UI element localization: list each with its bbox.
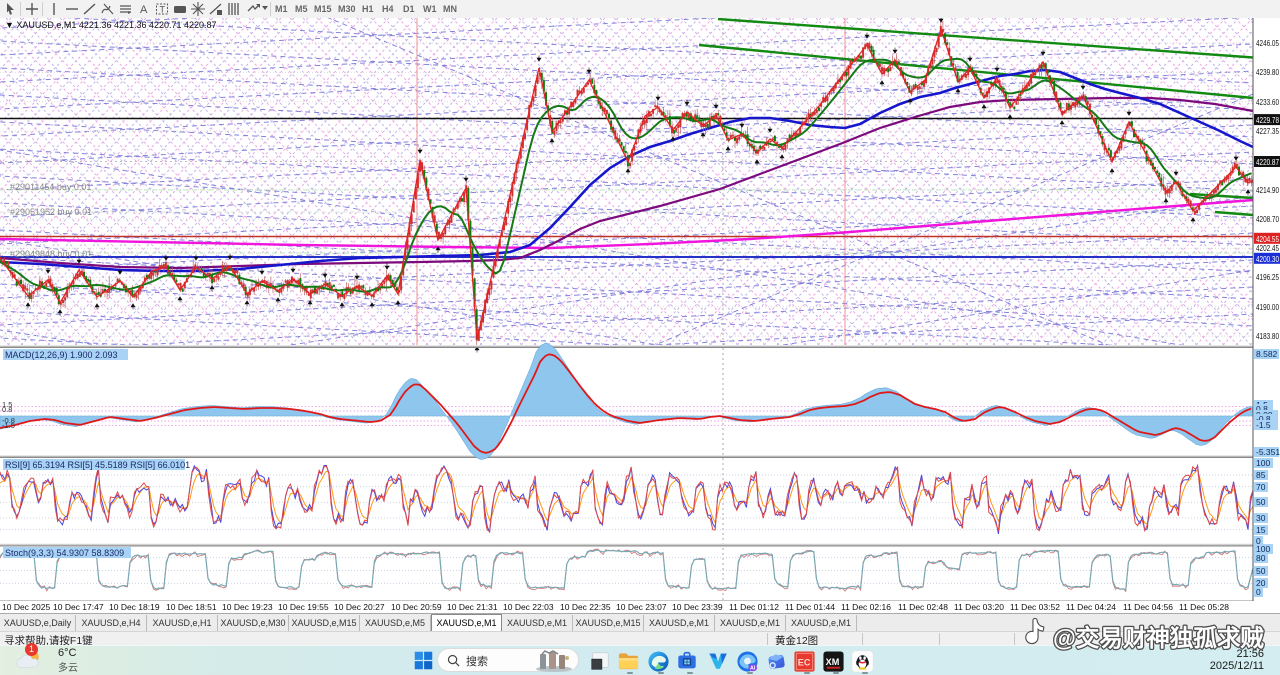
svg-text:EC: EC [798, 657, 811, 667]
svg-text:-5.351: -5.351 [1256, 447, 1280, 457]
svg-text:70: 70 [1256, 482, 1266, 492]
svg-text:A: A [140, 4, 148, 16]
svg-text:Stoch(9,3,3) 54.9307 58.8309: Stoch(9,3,3) 54.9307 58.8309 [5, 548, 124, 558]
svg-text:#29051952 buy 0.01: #29051952 buy 0.01 [10, 207, 92, 217]
svg-text:4229.78: 4229.78 [1256, 115, 1279, 125]
svg-text:30: 30 [1256, 513, 1266, 523]
svg-text:#29011454 buy 0.01: #29011454 buy 0.01 [10, 182, 91, 192]
svg-text:#29049848 buy 0.01: #29049848 buy 0.01 [10, 249, 92, 259]
svg-text:4246.05: 4246.05 [1256, 38, 1279, 48]
svg-text:8.582: 8.582 [1256, 349, 1278, 359]
svg-text:80: 80 [1256, 553, 1266, 563]
svg-text:-1.5: -1.5 [2, 421, 15, 430]
svg-text:4183.80: 4183.80 [1256, 331, 1279, 341]
svg-text:4239.80: 4239.80 [1256, 67, 1279, 77]
svg-text:@交易财神独孤求贼: @交易财神独孤求贼 [1053, 624, 1264, 651]
svg-text:AI: AI [750, 666, 756, 672]
svg-text:MACD(12,26,9) 1.900 2.093: MACD(12,26,9) 1.900 2.093 [5, 350, 118, 360]
svg-text:T: T [160, 5, 166, 15]
svg-text:4220.87: 4220.87 [1256, 157, 1279, 167]
svg-text:4214.90: 4214.90 [1256, 185, 1279, 195]
svg-text:4190.00: 4190.00 [1256, 302, 1279, 312]
svg-text:-1.5: -1.5 [1256, 420, 1271, 430]
svg-text:4200.30: 4200.30 [1256, 254, 1279, 264]
svg-text:XM: XM [826, 657, 840, 667]
svg-text:0.8: 0.8 [2, 405, 12, 414]
svg-text:4208.70: 4208.70 [1256, 214, 1279, 224]
svg-text:85: 85 [1256, 470, 1266, 480]
svg-text:4204.55: 4204.55 [1256, 234, 1279, 244]
svg-text:▼ XAUUSD,e,M1 4221.36 4221.36: ▼ XAUUSD,e,M1 4221.36 4221.36 4220.71 42… [5, 20, 217, 30]
svg-text:4202.45: 4202.45 [1256, 243, 1279, 253]
svg-text:50: 50 [1256, 566, 1266, 576]
svg-text:100: 100 [1256, 458, 1270, 468]
svg-text:15: 15 [1256, 525, 1266, 535]
svg-text:4233.60: 4233.60 [1256, 97, 1279, 107]
svg-text:4196.25: 4196.25 [1256, 272, 1279, 282]
svg-text:4227.35: 4227.35 [1256, 126, 1279, 136]
svg-text:RSI[9] 65.3194 RSI[5] 45.5189: RSI[9] 65.3194 RSI[5] 45.5189 RSI[5] 66.… [5, 460, 190, 470]
svg-text:50: 50 [1256, 497, 1266, 507]
svg-text:0: 0 [1256, 587, 1261, 597]
